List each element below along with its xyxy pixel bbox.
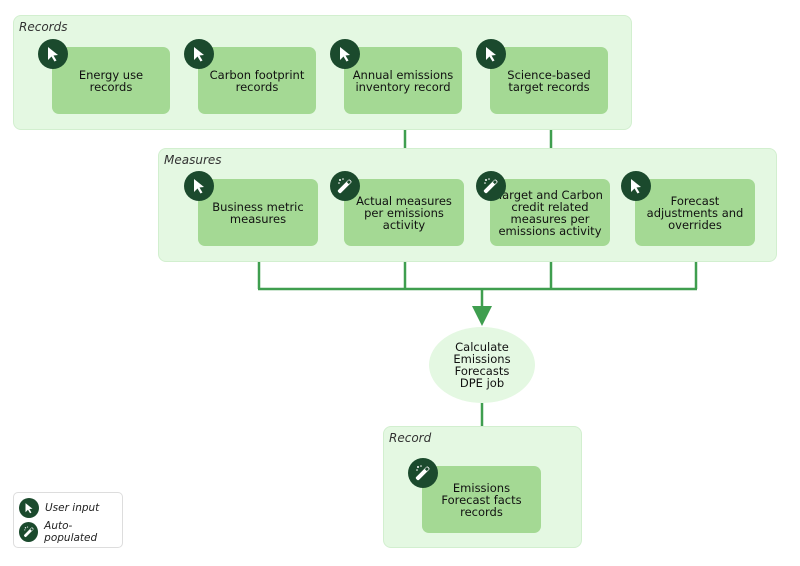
measure-node: Forecast adjustments and overrides (635, 179, 755, 246)
node-label: Target and Carbon credit related measure… (497, 187, 603, 238)
group-label: Measures (164, 153, 222, 167)
legend-auto-populated: Auto-populated (44, 520, 98, 544)
magic-wand-icon (19, 522, 39, 542)
node-label: Forecast adjustments and overrides (646, 193, 744, 232)
cursor-icon (19, 498, 39, 518)
node-label: Annual emissions inventory record (352, 67, 454, 94)
node-label: Actual measures per emissions activity (356, 193, 452, 232)
node-label: Carbon footprint records (209, 67, 305, 94)
legend-user-input: User input (45, 502, 100, 514)
record-node: Carbon footprint records (198, 47, 316, 114)
dpe-job-node: Calculate Emissions Forecasts DPE job (429, 327, 535, 403)
job-label: Calculate Emissions Forecasts DPE job (453, 340, 511, 390)
magic-wand-icon (330, 171, 360, 201)
group-label: Record (389, 431, 432, 445)
cursor-icon (476, 39, 506, 69)
cursor-icon (330, 39, 360, 69)
record-node: Science-based target records (490, 47, 608, 114)
magic-wand-icon (476, 171, 506, 201)
cursor-icon (38, 39, 68, 69)
cursor-icon (621, 171, 651, 201)
output-node: Emissions Forecast facts records (422, 466, 541, 533)
node-label: Business metric measures (212, 199, 304, 226)
node-label: Science-based target records (507, 67, 591, 94)
measure-node: Actual measures per emissions activity (344, 179, 464, 246)
cursor-icon (184, 171, 214, 201)
measure-node: Business metric measures (198, 179, 318, 246)
node-label: Energy use records (78, 67, 144, 94)
node-label: Emissions Forecast facts records (441, 480, 522, 519)
legend: User input Auto-populated (13, 492, 123, 548)
cursor-icon (184, 39, 214, 69)
record-node: Energy use records (52, 47, 170, 114)
record-node: Annual emissions inventory record (344, 47, 462, 114)
magic-wand-icon (408, 458, 438, 488)
measure-node: Target and Carbon credit related measure… (490, 179, 610, 246)
group-label: Records (19, 20, 68, 34)
